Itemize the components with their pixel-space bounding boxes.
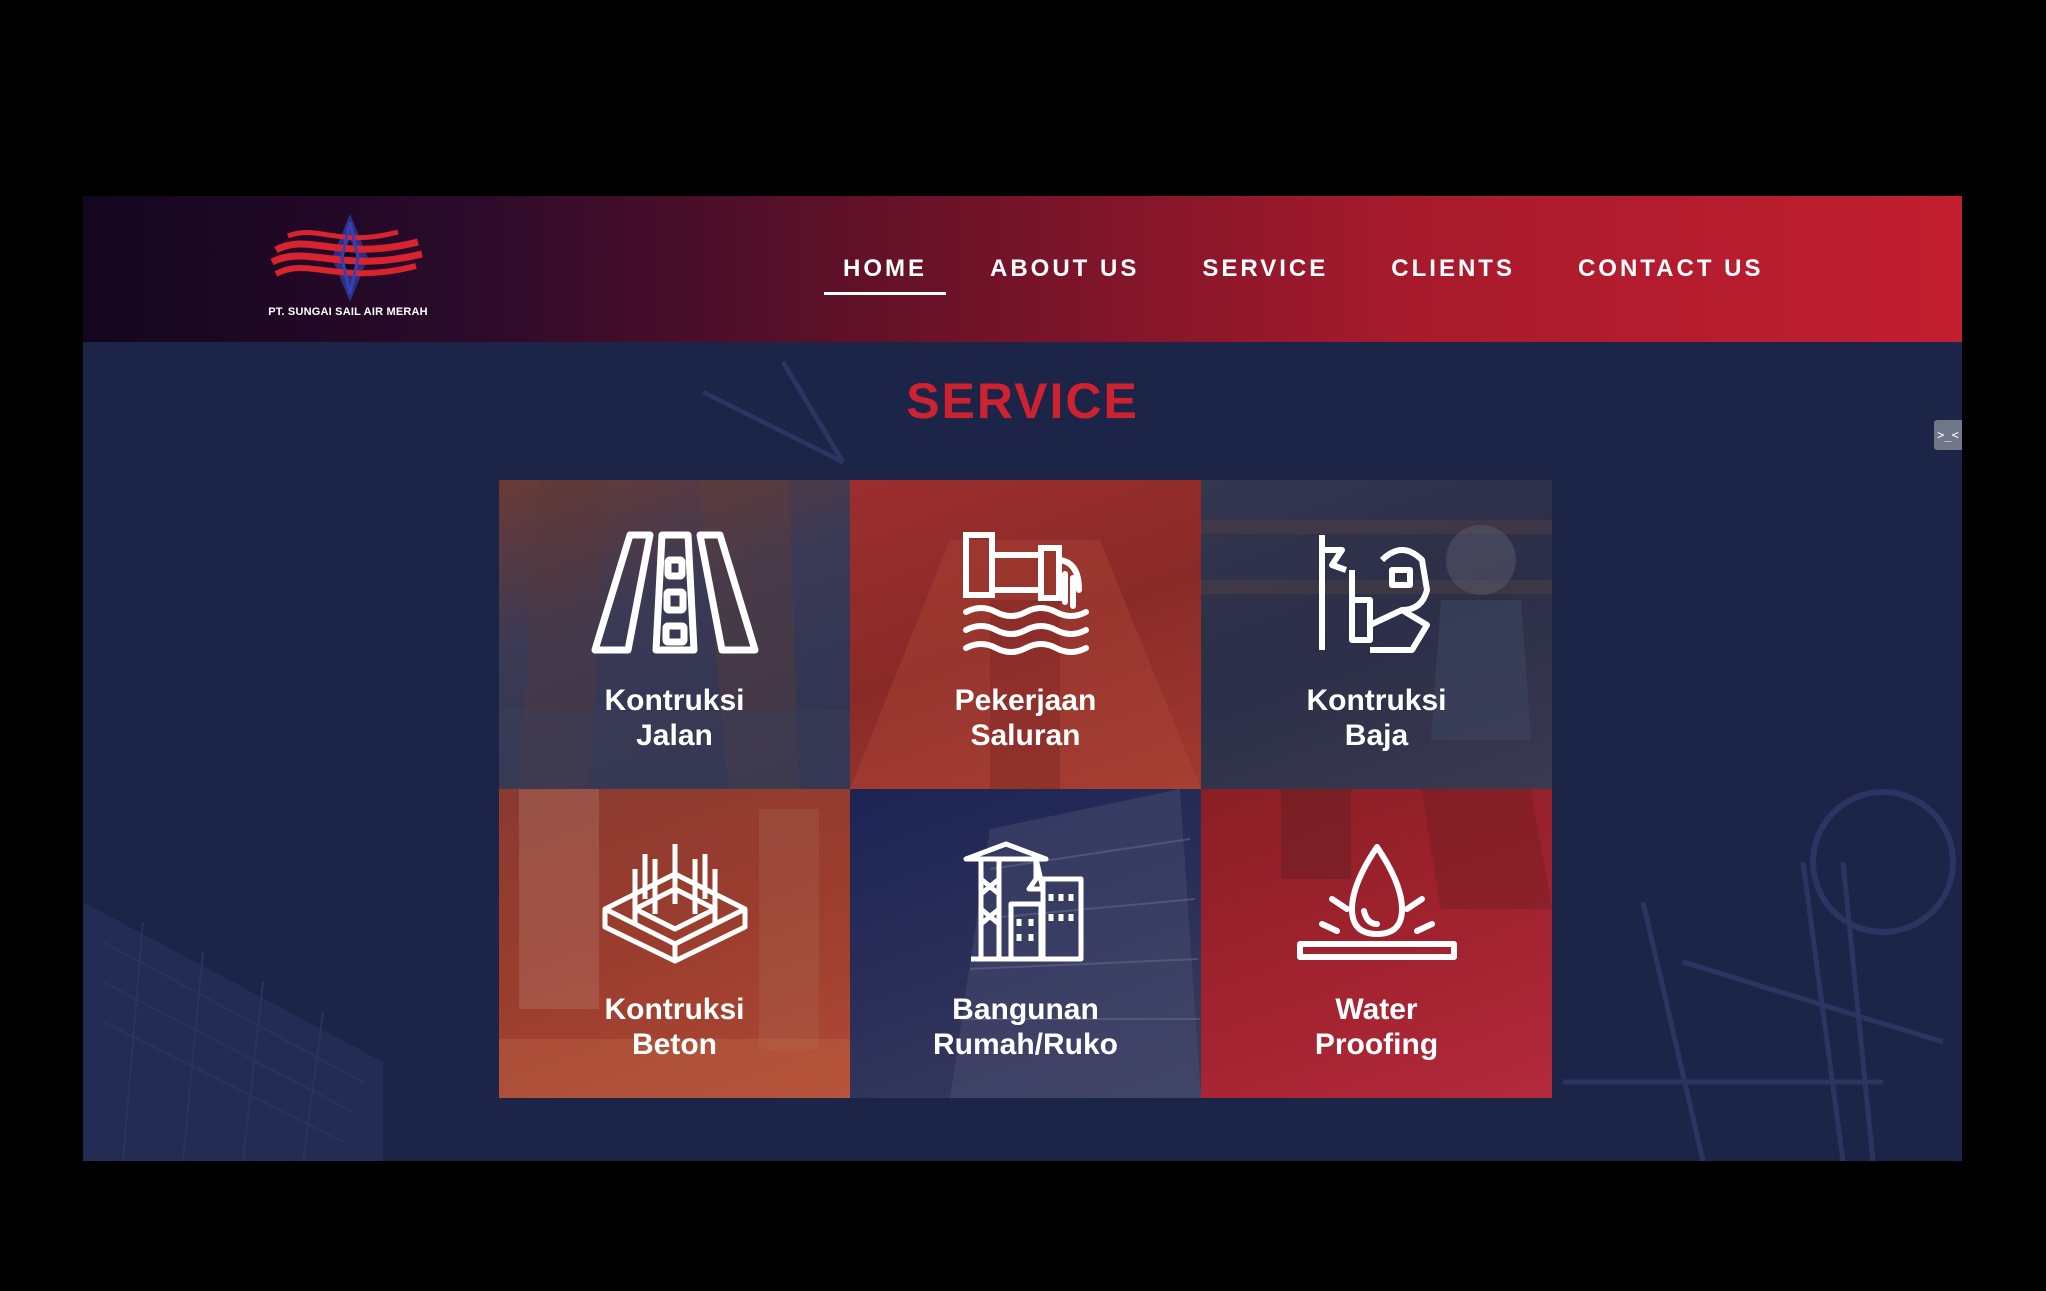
nav-contact-us[interactable]: CONTACT US (1558, 245, 1784, 293)
service-label: Bangunan Rumah/Ruko (932, 993, 1118, 1061)
concrete-foundation-icon (595, 839, 755, 964)
site-header: PT. SUNGAI SAIL AIR MERAH HOME ABOUT US … (83, 196, 1962, 342)
logo-mark-icon (270, 214, 423, 302)
welder-icon (1312, 530, 1442, 655)
service-card-pekerjaan-saluran[interactable]: Pekerjaan Saluran (850, 480, 1201, 789)
nav-clients[interactable]: CLIENTS (1371, 245, 1535, 293)
road-icon (590, 530, 760, 655)
service-grid: Kontruksi Jalan Pekerjaan Saluran Kontru… (499, 480, 1552, 1098)
nav-about-us[interactable]: ABOUT US (970, 245, 1159, 293)
water-drop-icon (1292, 839, 1462, 964)
website-frame: PT. SUNGAI SAIL AIR MERAH HOME ABOUT US … (83, 196, 1962, 1161)
service-card-bangunan-rumah-ruko[interactable]: Bangunan Rumah/Ruko (850, 789, 1201, 1098)
service-card-kontruksi-baja[interactable]: Kontruksi Baja (1201, 480, 1552, 789)
section-title: SERVICE (906, 373, 1139, 429)
company-logo[interactable]: PT. SUNGAI SAIL AIR MERAH (258, 212, 438, 322)
service-card-kontruksi-jalan[interactable]: Kontruksi Jalan (499, 480, 850, 789)
side-toggle-button[interactable]: >_< (1934, 420, 1962, 450)
service-label: Kontruksi Baja (1306, 684, 1447, 752)
service-label: Kontruksi Beton (604, 993, 745, 1061)
service-card-kontruksi-beton[interactable]: Kontruksi Beton (499, 789, 850, 1098)
company-name: PT. SUNGAI SAIL AIR MERAH (268, 306, 428, 318)
main-nav: HOME ABOUT US SERVICE CLIENTS CONTACT US (823, 196, 1807, 342)
service-label: Pekerjaan Saluran (954, 684, 1097, 752)
drain-pipe-icon (961, 530, 1091, 655)
service-card-water-proofing[interactable]: Water Proofing (1201, 789, 1552, 1098)
nav-service[interactable]: SERVICE (1182, 245, 1348, 293)
nav-home[interactable]: HOME (823, 245, 947, 295)
service-label: Water Proofing (1314, 993, 1439, 1061)
building-crane-icon (961, 839, 1091, 964)
service-label: Kontruksi Jalan (604, 684, 745, 752)
